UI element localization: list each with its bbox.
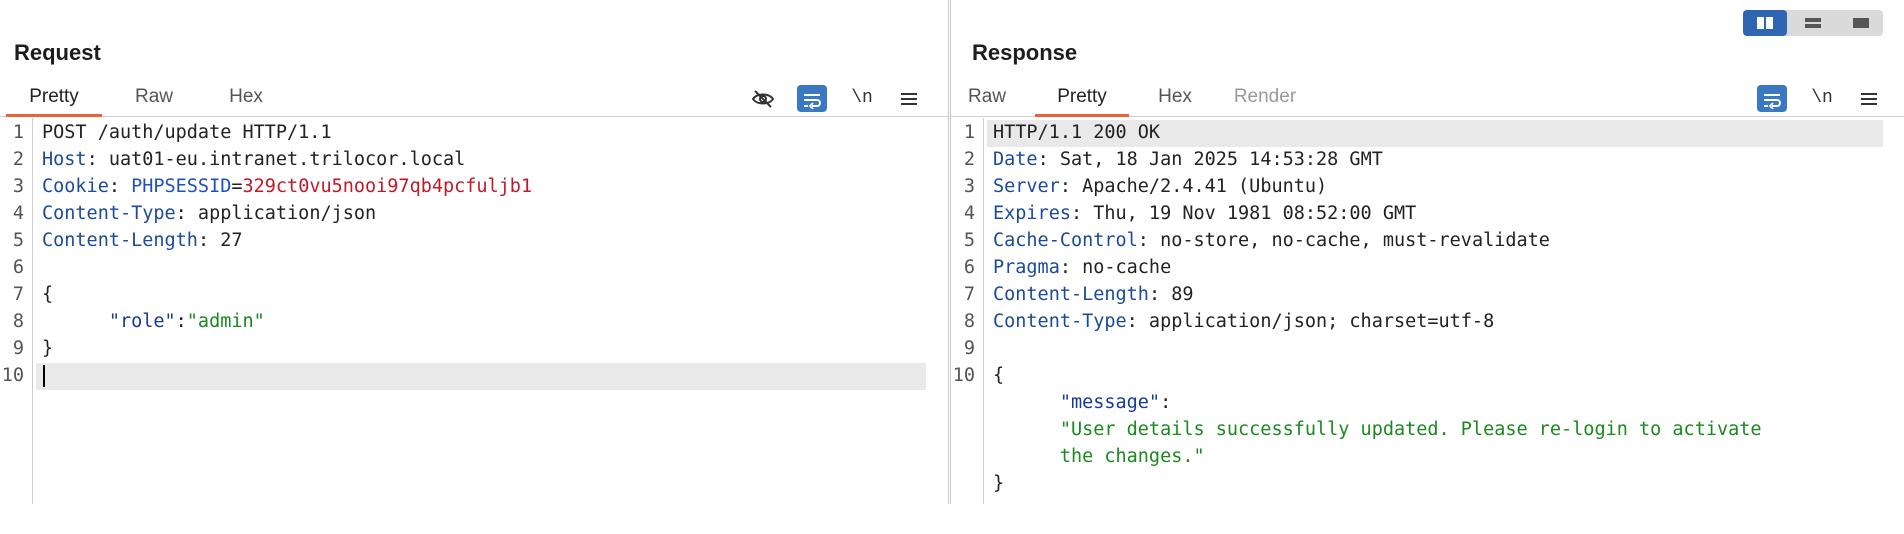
text-caret [43, 365, 45, 387]
request-line: 7 { [12, 284, 54, 305]
request-title: Request [14, 40, 101, 65]
request-line: 4 Content-Type: application/json [12, 203, 377, 224]
split-horizontal-icon[interactable] [1791, 10, 1835, 36]
request-line: 3 Cookie: PHPSESSID=329ct0vu5nooi97qb4pc… [12, 176, 533, 197]
request-pane: Request Pretty Raw Hex \n 1 POST /auth/u… [0, 0, 949, 504]
show-newlines-toggle[interactable]: \n [1807, 84, 1837, 112]
request-tab-pretty[interactable]: Pretty [6, 82, 102, 117]
response-editor[interactable]: 1 HTTP/1.1 200 OK 2 Date: Sat, 18 Jan 20… [951, 118, 1904, 504]
response-line-wrapped: } [993, 473, 1005, 494]
menu-icon[interactable] [894, 84, 924, 112]
request-tabbar: Pretty Raw Hex \n [0, 82, 948, 117]
response-pane: Response Raw Pretty Hex Render \n 1 HTTP… [950, 0, 1904, 504]
response-tab-raw[interactable]: Raw [957, 82, 1017, 114]
response-title: Response [972, 40, 1078, 65]
request-line: 5 Content-Length: 27 [12, 230, 243, 251]
request-line: 8 "role":"admin" [12, 311, 265, 332]
request-editor[interactable]: 1 POST /auth/update HTTP/1.1 2 Host: uat… [0, 118, 948, 504]
response-line: 2 Date: Sat, 18 Jan 2025 14:53:28 GMT [963, 149, 1383, 170]
response-line: 5 Cache-Control: no-store, no-cache, mus… [963, 230, 1550, 251]
request-line: 9 } [12, 338, 54, 359]
menu-icon[interactable] [1854, 84, 1884, 112]
layout-toggle [1743, 10, 1883, 36]
word-wrap-icon[interactable] [797, 85, 827, 112]
single-pane-icon[interactable] [1839, 10, 1883, 36]
response-line-wrapped: the changes." [1059, 446, 1205, 467]
split-vertical-icon[interactable] [1743, 10, 1787, 36]
response-line: 6 Pragma: no-cache [963, 257, 1172, 278]
response-tabbar: Raw Pretty Hex Render \n [951, 82, 1904, 117]
request-line: 2 Host: uat01-eu.intranet.trilocor.local [12, 149, 466, 170]
request-line: 6 [12, 257, 24, 278]
response-tab-render[interactable]: Render [1223, 82, 1307, 114]
response-line: 3 Server: Apache/2.4.41 (Ubuntu) [963, 176, 1328, 197]
hide-nonprintable-icon[interactable] [748, 84, 778, 112]
response-line: 1 HTTP/1.1 200 OK [951, 120, 1904, 147]
request-tab-hex[interactable]: Hex [210, 82, 282, 114]
response-line: 8 Content-Type: application/json; charse… [963, 311, 1495, 332]
response-line: 4 Expires: Thu, 19 Nov 1981 08:52:00 GMT [963, 203, 1417, 224]
response-line: 9 [963, 338, 975, 359]
response-line: 10 { [952, 365, 1005, 386]
response-tab-pretty[interactable]: Pretty [1035, 82, 1129, 117]
response-line-wrapped: "User details successfully updated. Plea… [1059, 419, 1762, 440]
word-wrap-icon[interactable] [1757, 85, 1787, 112]
request-line: 1 POST /auth/update HTTP/1.1 [12, 122, 332, 143]
show-newlines-toggle[interactable]: \n [847, 84, 877, 112]
request-tab-raw[interactable]: Raw [118, 82, 190, 114]
request-line-current[interactable]: 10 [0, 363, 948, 390]
response-tab-hex[interactable]: Hex [1145, 82, 1205, 114]
response-line-wrapped: "message": [1059, 392, 1172, 413]
response-line: 7 Content-Length: 89 [963, 284, 1194, 305]
